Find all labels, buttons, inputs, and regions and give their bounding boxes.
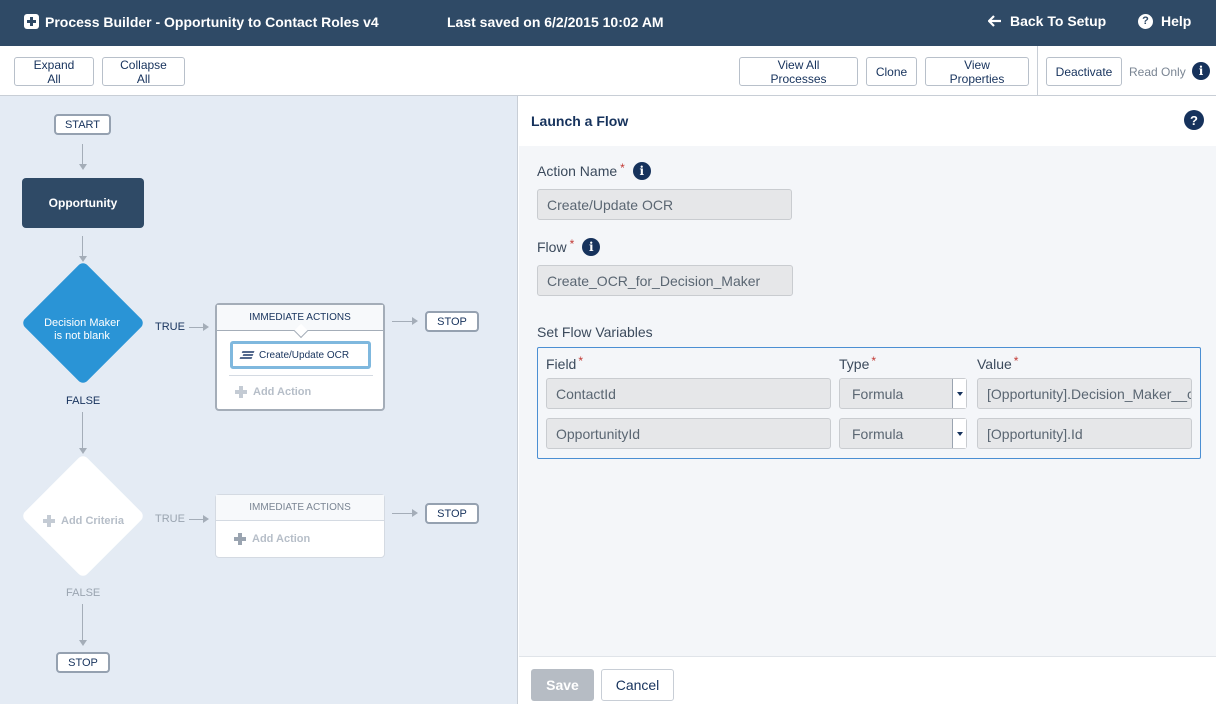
plus-icon: [234, 533, 246, 545]
clone-button[interactable]: Clone: [866, 57, 917, 86]
last-saved-text: Last saved on 6/2/2015 10:02 AM: [447, 14, 664, 30]
criteria-node-label: Decision Maker is not blank: [44, 317, 120, 342]
deactivate-button[interactable]: Deactivate: [1046, 57, 1122, 86]
collapse-all-button[interactable]: Collapse All: [102, 57, 185, 86]
help-link[interactable]: ? Help: [1138, 13, 1191, 29]
stop-node: STOP: [425, 503, 479, 524]
object-node[interactable]: Opportunity: [22, 178, 144, 228]
connector: [189, 519, 203, 520]
flow-icon: [239, 351, 255, 359]
connector: [82, 144, 83, 164]
action-panel: Launch a Flow ? Action Name * i Create/Up…: [519, 96, 1216, 704]
help-label: Help: [1161, 13, 1192, 29]
plus-icon: [235, 386, 247, 398]
connector-arrow: [203, 323, 209, 331]
connector: [82, 412, 83, 448]
connector-arrow: [79, 640, 87, 646]
action-name-label: Action Name * i: [537, 161, 651, 180]
false-label: FALSE: [66, 395, 101, 407]
expand-all-button[interactable]: Expand All: [14, 57, 94, 86]
toolbar: Expand All Collapse All View All Process…: [0, 46, 1216, 96]
variable-field-input[interactable]: ContactId: [546, 378, 831, 409]
immediate-actions-box-empty: IMMEDIATE ACTIONS Add Action: [215, 494, 385, 558]
add-criteria-button[interactable]: Add Criteria: [43, 515, 124, 527]
action-label: Create/Update OCR: [259, 349, 350, 361]
page-title: Process Builder - Opportunity to Contact…: [45, 14, 379, 30]
panel-footer: Save Cancel: [519, 656, 1216, 704]
field-column-header: Field *: [546, 354, 584, 372]
stop-node: STOP: [56, 652, 110, 673]
set-flow-variables-label: Set Flow Variables: [537, 324, 653, 340]
variable-value-input[interactable]: [Opportunity].Decision_Maker__c: [977, 378, 1192, 409]
connector-arrow: [412, 509, 418, 517]
value-column-header: Value *: [977, 354, 1019, 372]
question-icon[interactable]: ?: [1184, 110, 1204, 130]
arrow-left-icon: [988, 15, 1001, 27]
variable-type-select[interactable]: Formula: [839, 378, 967, 409]
connector: [189, 327, 203, 328]
immediate-actions-box: IMMEDIATE ACTIONS Create/Update OCR Add …: [215, 303, 385, 411]
type-column-header: Type *: [839, 354, 877, 372]
false-label: FALSE: [66, 587, 101, 599]
stop-node: STOP: [425, 311, 479, 332]
process-builder-icon: [24, 14, 39, 29]
info-icon[interactable]: i: [1192, 62, 1210, 80]
chevron-down-icon[interactable]: [952, 419, 966, 448]
immediate-actions-header: IMMEDIATE ACTIONS: [217, 305, 383, 339]
connector-arrow: [79, 448, 87, 454]
action-create-update-ocr[interactable]: Create/Update OCR: [230, 341, 371, 369]
connector-arrow: [203, 515, 209, 523]
connector-arrow: [412, 317, 418, 325]
connector-arrow: [79, 256, 87, 262]
connector: [82, 604, 83, 640]
variable-value-input[interactable]: [Opportunity].Id: [977, 418, 1192, 449]
info-icon[interactable]: i: [632, 162, 651, 180]
read-only-label: Read Only: [1129, 65, 1186, 79]
view-properties-button[interactable]: View Properties: [925, 57, 1029, 86]
immediate-actions-header: IMMEDIATE ACTIONS: [216, 495, 384, 521]
app-header: Process Builder - Opportunity to Contact…: [0, 0, 1216, 46]
back-to-setup-label: Back To Setup: [1010, 13, 1107, 29]
help-icon: ?: [1138, 13, 1153, 29]
add-action-button[interactable]: Add Action: [234, 533, 310, 545]
flow-label: Flow * i: [537, 237, 601, 256]
panel-title: Launch a Flow: [531, 113, 629, 129]
true-label: TRUE: [155, 513, 185, 525]
process-canvas: START Opportunity Decision Maker is not …: [0, 96, 518, 704]
true-label: TRUE: [155, 321, 185, 333]
flow-variables-table: Field * Type * Value * ContactId Formula [O…: [537, 347, 1201, 459]
panel-header: Launch a Flow ?: [519, 96, 1216, 146]
save-button[interactable]: Save: [531, 669, 594, 701]
action-name-field[interactable]: Create/Update OCR: [537, 189, 792, 220]
flow-field[interactable]: Create_OCR_for_Decision_Maker: [537, 265, 793, 296]
info-icon[interactable]: i: [582, 238, 601, 256]
add-action-button[interactable]: Add Action: [235, 386, 311, 398]
toolbar-divider: [1037, 46, 1038, 96]
chevron-down-icon[interactable]: [952, 379, 966, 408]
connector: [392, 321, 412, 322]
connector: [392, 513, 412, 514]
connector: [82, 236, 83, 256]
start-node: START: [54, 114, 111, 135]
variable-type-select[interactable]: Formula: [839, 418, 967, 449]
view-all-processes-button[interactable]: View All Processes: [739, 57, 858, 86]
back-to-setup-link[interactable]: Back To Setup: [988, 13, 1106, 29]
connector-arrow: [79, 164, 87, 170]
cancel-button[interactable]: Cancel: [601, 669, 674, 701]
plus-icon: [43, 515, 55, 527]
variable-field-input[interactable]: OpportunityId: [546, 418, 831, 449]
